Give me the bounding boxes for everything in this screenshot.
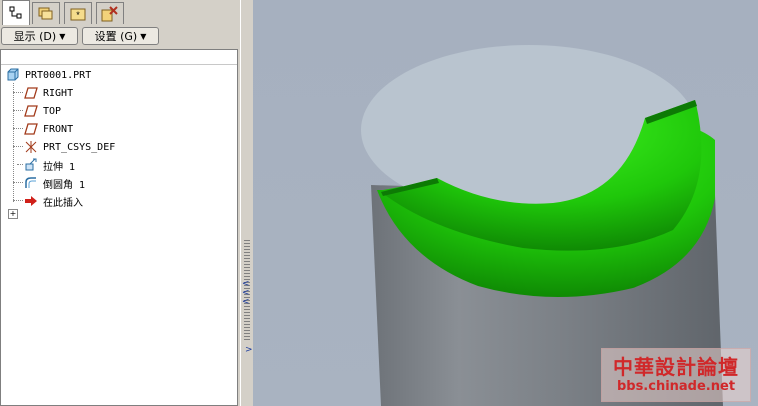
- tree-item-top[interactable]: TOP: [23, 103, 61, 119]
- model-tree: PRT0001.PRT RIGHT TOP FRONT PRT_CSYS_DEF: [0, 49, 238, 406]
- tree-item-right[interactable]: RIGHT: [23, 85, 73, 101]
- tree-item-label: 倒圆角 1: [43, 179, 86, 191]
- tree-header: [1, 50, 237, 65]
- tab-favorites[interactable]: *: [64, 2, 92, 24]
- extrude-icon: [23, 158, 39, 172]
- csys-icon: [23, 140, 39, 154]
- tree-connector: [13, 110, 23, 111]
- watermark-title: 中華設計論壇: [613, 355, 739, 379]
- tree-connector: [13, 182, 23, 183]
- tree-connector: [13, 92, 23, 93]
- tree-item-csys[interactable]: PRT_CSYS_DEF: [23, 139, 115, 155]
- tree-connector: [13, 146, 23, 147]
- datum-plane-icon: [23, 86, 39, 100]
- connections-icon: [101, 5, 118, 21]
- tree-root-part[interactable]: PRT0001.PRT: [5, 67, 91, 83]
- expand-arrow-icon[interactable]: >: [245, 345, 253, 355]
- settings-menu-label: 设置 (G): [94, 30, 138, 43]
- navigator-tabs: *: [0, 0, 240, 25]
- tree-item-label: FRONT: [43, 123, 74, 135]
- svg-text:*: *: [76, 10, 80, 20]
- tree-item-label: 拉伸 1: [43, 161, 76, 173]
- collapse-arrows-icon[interactable]: < < <: [242, 280, 250, 307]
- watermark: 中華設計論壇 bbs.chinade.net: [601, 348, 751, 402]
- tree-item-insert-here[interactable]: 在此插入: [23, 193, 83, 209]
- watermark-url: bbs.chinade.net: [616, 379, 736, 394]
- chevron-down-icon: ▼: [140, 31, 147, 41]
- tree-root-label: PRT0001.PRT: [25, 69, 92, 81]
- settings-menu-button[interactable]: 设置 (G) ▼: [82, 27, 159, 45]
- tree-toolbar: 显示 (D) ▼ 设置 (G) ▼: [0, 26, 240, 48]
- panel-splitter[interactable]: < < < >: [240, 0, 253, 406]
- tab-folder-browser[interactable]: [32, 2, 60, 24]
- part-icon: [5, 68, 21, 82]
- tree-connector: [13, 83, 14, 202]
- tree-item-front[interactable]: FRONT: [23, 121, 73, 137]
- tree-item-label: 在此插入: [43, 197, 83, 209]
- tree-connector: [13, 200, 23, 201]
- tree-item-label: RIGHT: [43, 87, 74, 99]
- insert-here-arrow-icon: [23, 194, 39, 208]
- model-tree-icon: [9, 6, 22, 19]
- folder-browser-icon: [38, 7, 53, 19]
- tree-item-round[interactable]: 倒圆角 1: [23, 175, 85, 191]
- graphics-window[interactable]: 中華設計論壇 bbs.chinade.net: [253, 0, 758, 406]
- tab-connections[interactable]: [96, 2, 124, 24]
- datum-plane-icon: [23, 104, 39, 118]
- expand-toggle[interactable]: +: [8, 209, 18, 219]
- model-tree-panel: * 显示 (D) ▼ 设置 (G) ▼ PRT0001.PRT RIGHT TO…: [0, 0, 240, 406]
- tree-item-extrude[interactable]: 拉伸 1: [23, 157, 75, 173]
- model-render: [361, 45, 723, 406]
- show-menu-button[interactable]: 显示 (D) ▼: [1, 27, 78, 45]
- tab-model-tree[interactable]: [2, 0, 30, 25]
- show-menu-label: 显示 (D): [13, 30, 57, 43]
- tree-item-label: TOP: [43, 105, 62, 117]
- favorites-folder-icon: *: [70, 8, 86, 20]
- tree-item-label: PRT_CSYS_DEF: [43, 141, 116, 153]
- tree-connector: [13, 128, 23, 129]
- chevron-down-icon: ▼: [59, 31, 66, 41]
- round-icon: [23, 176, 39, 190]
- datum-plane-icon: [23, 122, 39, 136]
